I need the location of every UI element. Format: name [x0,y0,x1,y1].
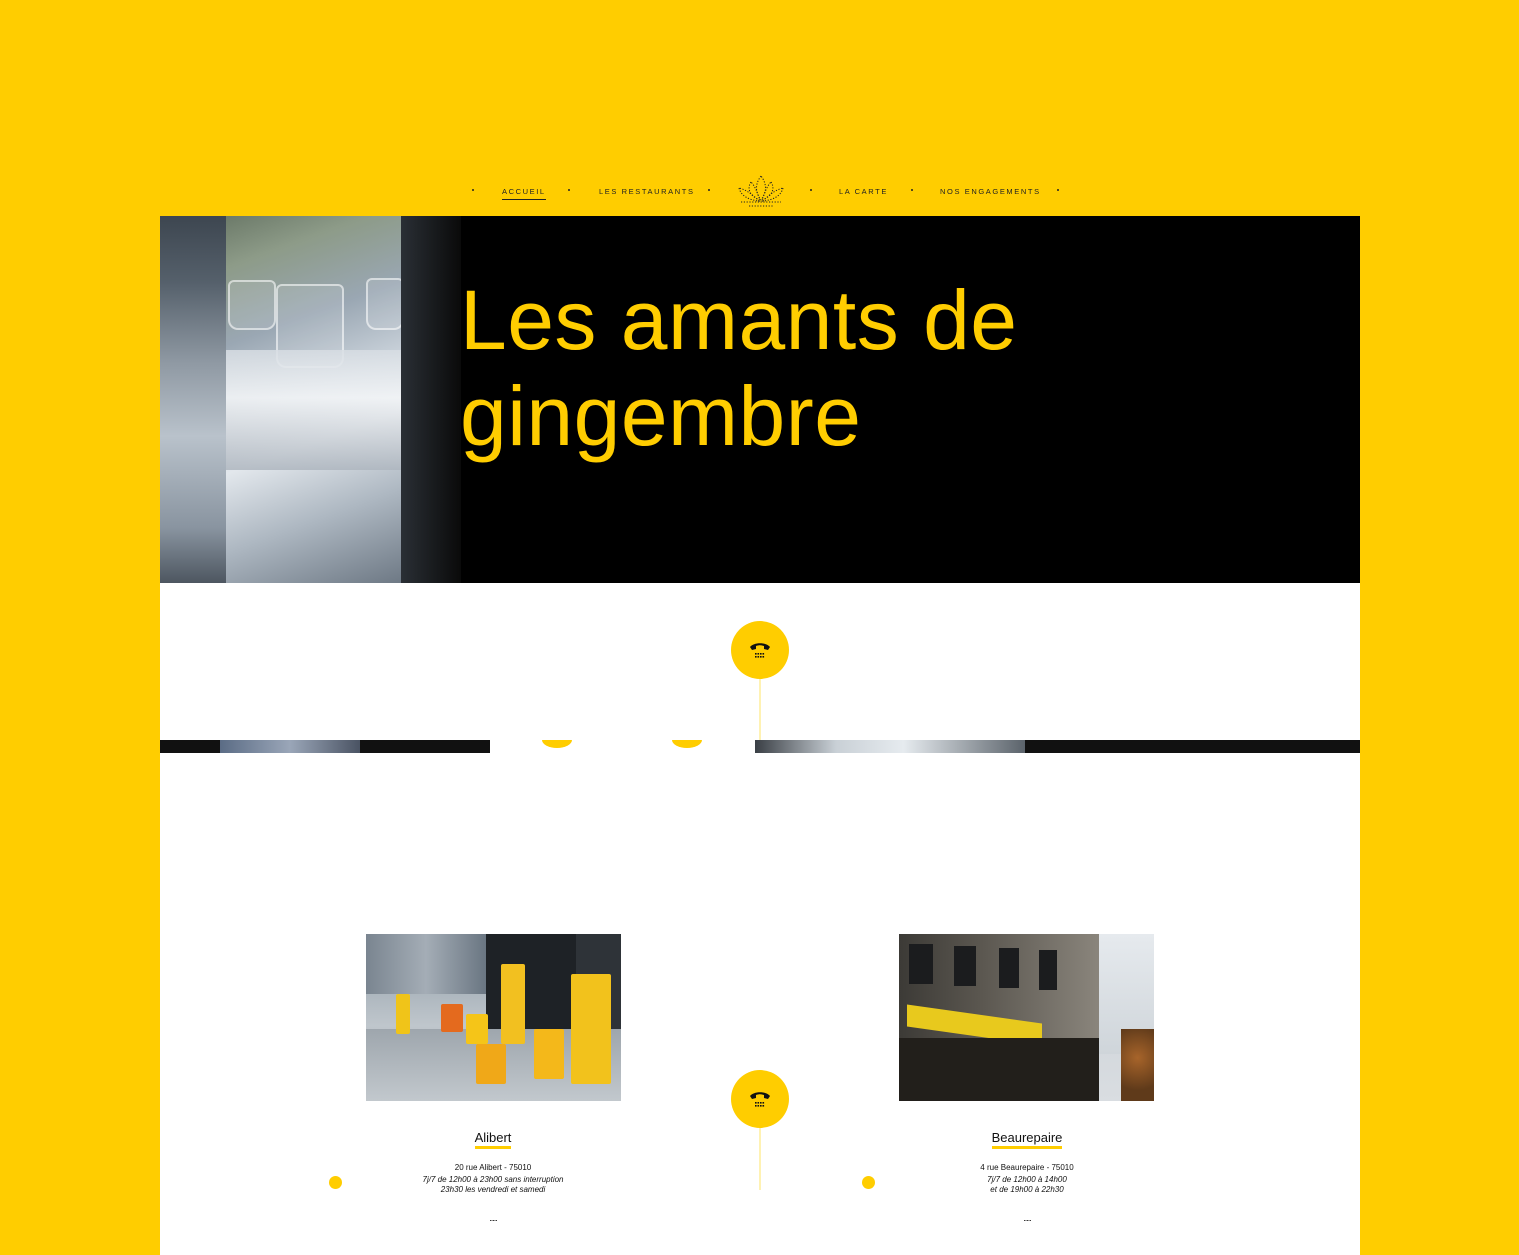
phone-button[interactable] [731,621,789,679]
nav-item-les-restaurants[interactable]: Les restaurants [599,187,695,196]
hero-photo-shadow [401,216,461,583]
phone-icon [750,643,770,658]
nav-separator-dot [911,189,913,191]
hero-photo-left [160,216,226,583]
photo-strip [160,740,1360,753]
nav-separator-dot [708,189,710,191]
connector-line [759,679,761,740]
restaurant-hours: 7j/7 de 12h00 à 14h00 et de 19h00 à 22h3… [987,1175,1067,1194]
nav-separator-dot [472,189,474,191]
nav-separator-dot [810,189,812,191]
site-content: Les amants de gingembre Alibert 20 rue A… [160,216,1360,1255]
nav-separator-dot [1057,189,1059,191]
restaurant-card-alibert: Alibert 20 rue Alibert - 75010 7j/7 de 1… [343,934,643,1254]
lotus-logo-icon[interactable] [733,170,789,210]
nav-item-la-carte[interactable]: La carte [839,187,888,196]
hero-banner: Les amants de gingembre [160,216,1360,583]
restaurant-hours: 7j/7 de 12h00 à 23h00 sans interruption … [422,1175,564,1194]
more-link[interactable]: ..... [877,1213,1177,1223]
restaurant-name[interactable]: Beaurepaire [877,1130,1177,1149]
restaurant-card-beaurepaire: Beaurepaire 4 rue Beaurepaire - 75010 7j… [877,934,1177,1254]
phone-button[interactable] [731,1070,789,1128]
hero-title: Les amants de gingembre [460,273,1018,463]
timeline-dot [329,1176,342,1189]
main-navigation: Accueil Les restaurants La carte Nos eng… [0,165,1519,215]
restaurant-photo-beaurepaire [899,934,1154,1101]
hero-photo-tabletop [226,350,401,470]
connector-line [759,1128,761,1190]
restaurant-name[interactable]: Alibert [343,1130,643,1149]
restaurant-address: 20 rue Alibert - 75010 [454,1163,532,1172]
timeline-dot [862,1176,875,1189]
nav-item-accueil[interactable]: Accueil [502,187,546,200]
phone-icon [750,1092,770,1107]
nav-item-nos-engagements[interactable]: Nos engagements [940,187,1041,196]
restaurant-address: 4 rue Beaurepaire - 75010 [980,1163,1074,1172]
nav-separator-dot [568,189,570,191]
restaurant-photo-alibert [366,934,621,1101]
more-link[interactable]: ..... [343,1213,643,1223]
